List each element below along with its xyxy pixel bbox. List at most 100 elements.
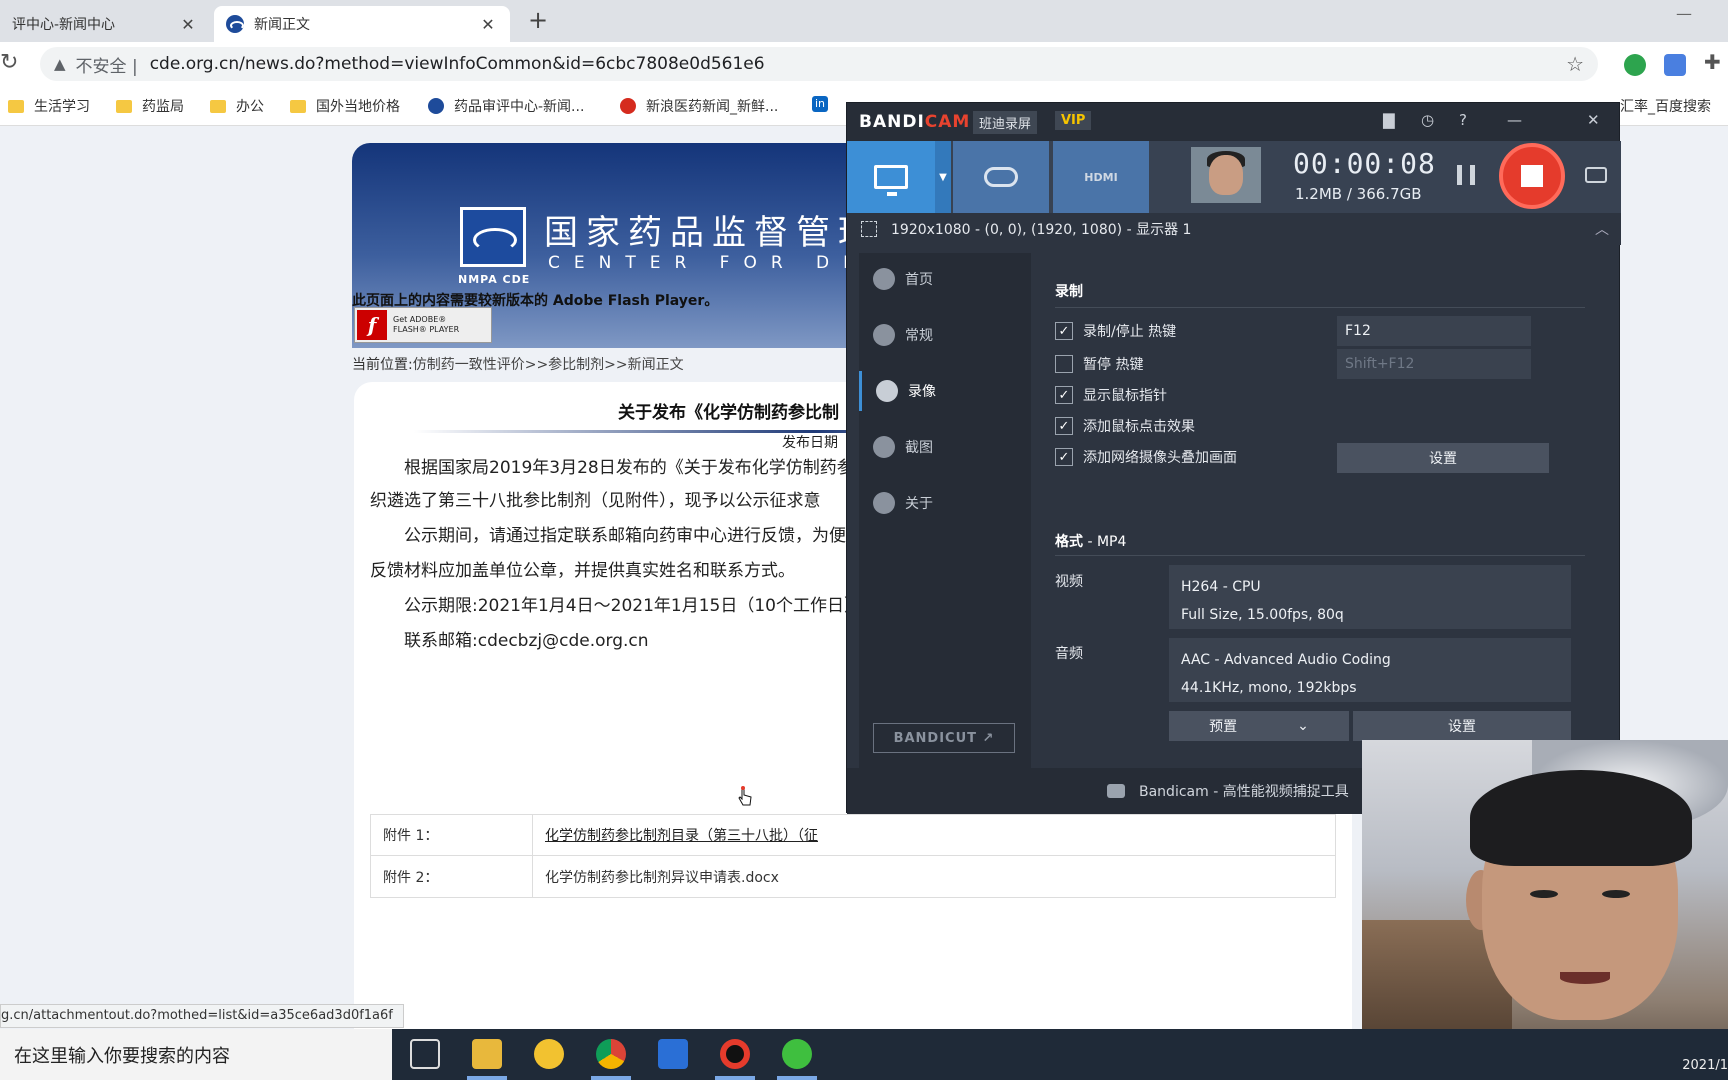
nav-about[interactable]: 关于	[859, 483, 1031, 523]
folder-icon	[116, 99, 132, 113]
pause-hotkey-checkbox[interactable]: 暂停 热键	[1055, 354, 1143, 374]
tab-close-icon[interactable]: ✕	[478, 15, 498, 34]
preset-dropdown[interactable]: 预置 ⌄	[1169, 711, 1349, 741]
active-app-indicator	[467, 1076, 507, 1080]
bookmark-life-study[interactable]: 生活学习	[8, 96, 90, 116]
translate-extension-icon[interactable]	[1664, 54, 1686, 76]
task-view-icon[interactable]	[410, 1039, 440, 1069]
bookmark-linkedin[interactable]: in	[812, 96, 828, 112]
webcam-overlay-checkbox[interactable]: ✓ 添加网络摄像头叠加画面	[1055, 447, 1237, 467]
taskbar-clock: 2021/1	[1682, 1058, 1728, 1073]
minimize-icon[interactable]: —	[1507, 111, 1522, 129]
nav-label: 常规	[905, 328, 933, 344]
audio-codec: AAC - Advanced Audio Coding	[1181, 652, 1391, 668]
nav-label: 截图	[905, 440, 933, 456]
collapse-caret-icon[interactable]: ︿	[1595, 219, 1609, 239]
record-hotkey-checkbox[interactable]: ✓ 录制/停止 热键	[1055, 321, 1176, 341]
evernote-extension-icon[interactable]	[1624, 54, 1646, 76]
active-app-indicator	[777, 1076, 817, 1080]
address-bar[interactable]: ▲ 不安全 | cde.org.cn/news.do?method=viewIn…	[40, 47, 1598, 81]
bookmark-exchange-rate[interactable]: 汇率_百度搜索	[1620, 96, 1711, 116]
bookmark-label: 办公	[236, 99, 264, 115]
footer-text: Bandicam - 高性能视频捕捉工具	[1139, 784, 1349, 800]
tab-title: 评中心-新闻中心	[12, 17, 116, 33]
nav-label: 首页	[905, 272, 933, 288]
stop-record-button[interactable]	[1499, 143, 1565, 209]
video-gear-icon	[876, 380, 898, 402]
pause-hotkey-field[interactable]: Shift+F12	[1337, 349, 1531, 379]
bookmark-star-icon[interactable]: ☆	[1566, 52, 1584, 76]
video-format-box[interactable]: H264 - CPU Full Size, 15.00fps, 80q	[1169, 565, 1571, 629]
flash-button-text: Get ADOBE® FLASH® PLAYER	[393, 315, 459, 335]
file-explorer-icon[interactable]	[472, 1039, 502, 1069]
breadcrumb: 当前位置:仿制药一致性评价>>参比制剂>>新闻正文	[352, 354, 684, 374]
flash-line-2: FLASH® PLAYER	[393, 325, 460, 334]
new-tab-button[interactable]: +	[528, 6, 548, 34]
favorites-icon[interactable]	[534, 1039, 564, 1069]
close-icon[interactable]: ✕	[1587, 111, 1600, 129]
bookmark-office[interactable]: 办公	[210, 96, 264, 116]
window-minimize-button[interactable]: —	[1676, 4, 1692, 23]
device-mode-button[interactable]: HDMI	[1053, 141, 1149, 213]
webcam-settings-button[interactable]: 设置	[1337, 443, 1549, 473]
wps-icon[interactable]	[658, 1039, 688, 1069]
tab-news-center[interactable]: 评中心-新闻中心 ✕	[0, 6, 210, 42]
bandicam-icon[interactable]	[720, 1039, 750, 1069]
audio-label: 音频	[1055, 646, 1083, 662]
checkbox-label: 添加网络摄像头叠加画面	[1083, 450, 1237, 466]
attachment-link[interactable]: 化学仿制药参比制剂异议申请表.docx	[533, 867, 779, 887]
bookmark-nmpa[interactable]: 药监局	[116, 96, 184, 116]
tab-close-icon[interactable]: ✕	[178, 15, 198, 34]
bookmark-sina-pharma[interactable]: 新浪医药新闻_新鲜...	[620, 96, 778, 116]
nav-label: 关于	[905, 496, 933, 512]
show-cursor-checkbox[interactable]: ✓ 显示鼠标指针	[1055, 385, 1167, 405]
contact-email: 联系邮箱:cdecbzj@cde.org.cn	[404, 631, 649, 651]
attachment-link[interactable]: 化学仿制药参比制剂目录（第三十八批）（征	[533, 825, 818, 845]
person-mouth	[1560, 972, 1610, 984]
article-paragraph: 反馈材料应加盖单位公章，并提供真实姓名和联系方式。	[370, 561, 795, 581]
bookmark-cde-news[interactable]: 药品审评中心-新闻...	[428, 96, 584, 116]
url-text[interactable]: cde.org.cn/news.do?method=viewInfoCommon…	[150, 54, 765, 74]
nav-video[interactable]: 录像	[859, 371, 1031, 411]
format-settings-button[interactable]: 设置	[1353, 711, 1571, 741]
logo-part-cam: CAM	[924, 112, 971, 132]
bandicam-window: BANDICAM 班迪录屏 VIP ▇ ◷ ? — ✕ ▼ HDMI 00:00…	[846, 102, 1621, 814]
audio-format-box[interactable]: AAC - Advanced Audio Coding 44.1KHz, mon…	[1169, 638, 1571, 702]
nav-screenshot[interactable]: 截图	[859, 427, 1031, 467]
click-effect-checkbox[interactable]: ✓ 添加鼠标点击效果	[1055, 416, 1195, 436]
chrome-icon[interactable]	[596, 1039, 626, 1069]
get-flash-player-button[interactable]: f Get ADOBE® FLASH® PLAYER	[354, 307, 492, 343]
nav-home[interactable]: 首页	[859, 259, 1031, 299]
checkbox-checked-icon: ✓	[1055, 322, 1073, 340]
warning-icon[interactable]: ▲	[54, 55, 66, 73]
help-icon[interactable]: ?	[1459, 111, 1467, 129]
folder-icon[interactable]: ▇	[1383, 111, 1395, 129]
camera-icon[interactable]	[1585, 167, 1607, 183]
person-hair	[1470, 770, 1692, 866]
tab-news-article[interactable]: 新闻正文 ✕	[214, 6, 510, 42]
cde-favicon-icon	[428, 98, 444, 114]
nav-general[interactable]: 常规	[859, 315, 1031, 355]
breadcrumb-prefix: 当前位置:	[352, 357, 413, 373]
clock-icon[interactable]: ◷	[1421, 111, 1434, 129]
game-mode-button[interactable]	[953, 141, 1049, 213]
taskbar-search-input[interactable]: 在这里输入你要搜索的内容	[0, 1029, 392, 1080]
bookmark-foreign-prices[interactable]: 国外当地价格	[290, 96, 400, 116]
bandicut-button[interactable]: BANDICUT ↗	[873, 723, 1015, 753]
format-value: - MP4	[1083, 534, 1127, 550]
wechat-icon[interactable]	[782, 1039, 812, 1069]
breadcrumb-path[interactable]: 仿制药一致性评价>>参比制剂>>新闻正文	[413, 357, 684, 373]
capture-region-bar[interactable]: 1920x1080 - (0, 0), (1920, 1080) - 显示器 1…	[847, 213, 1621, 245]
active-app-indicator	[591, 1076, 631, 1080]
record-hotkey-field[interactable]: F12	[1337, 316, 1531, 346]
section-divider	[1055, 307, 1585, 308]
folder-icon	[8, 99, 24, 113]
extensions-puzzle-icon[interactable]: ✚	[1704, 50, 1726, 74]
weibo-icon	[620, 98, 636, 114]
reload-icon[interactable]: ↻	[0, 50, 18, 75]
screen-mode-dropdown[interactable]: ▼	[935, 141, 951, 213]
checkbox-label: 添加鼠标点击效果	[1083, 419, 1195, 435]
pause-icon[interactable]	[1457, 165, 1475, 185]
windows-taskbar: 在这里输入你要搜索的内容	[0, 1029, 1728, 1080]
screen-mode-button[interactable]	[847, 141, 935, 213]
